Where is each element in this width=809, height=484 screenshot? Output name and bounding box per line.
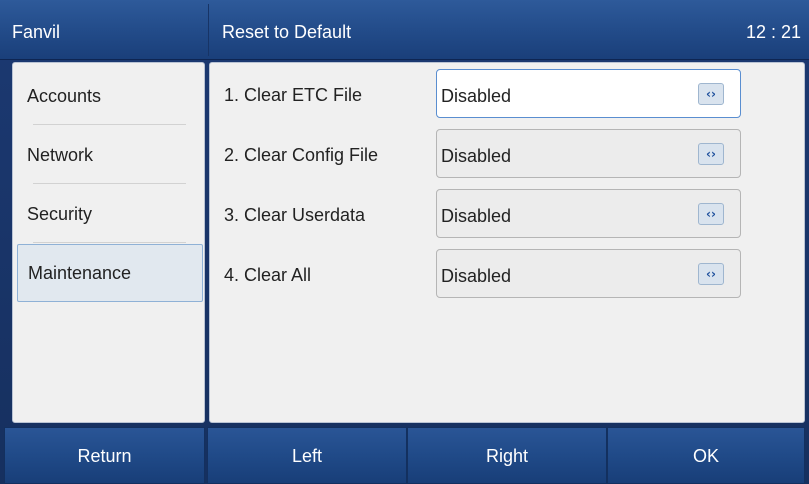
brand-logo-text: Fanvil [12,22,61,42]
sidebar-item-label: Network [27,145,94,165]
left-button[interactable]: Left [207,427,407,484]
clear-etc-file-select[interactable]: Disabled ‹› [436,69,741,118]
sidebar-item-network[interactable]: Network [13,126,204,184]
sidebar-item-label: Security [27,204,93,224]
select-value: Disabled [441,146,512,166]
sidebar-item-label: Accounts [27,86,102,106]
option-row-clear-etc-file: 1. Clear ETC File Disabled ‹› [210,65,806,125]
softkey-bar: Return Left Right OK [0,427,809,484]
menu-divider [33,183,186,184]
title-bar-divider [208,4,209,56]
settings-menu: Accounts Network Security Maintenance [12,62,205,423]
title-bar: Fanvil Reset to Default 12 : 21 [0,0,809,60]
sidebar-item-maintenance[interactable]: Maintenance [17,244,203,302]
phone-screen: Fanvil Reset to Default 12 : 21 Accounts… [0,0,809,484]
select-value: Disabled [441,206,512,226]
option-label: 1. Clear ETC File [224,85,363,105]
option-row-clear-config-file: 2. Clear Config File Disabled ‹› [210,125,806,185]
page-title: Reset to Default [222,22,352,42]
return-button[interactable]: Return [4,427,205,484]
option-row-clear-userdata: 3. Clear Userdata Disabled ‹› [210,185,806,245]
left-right-arrows-icon[interactable]: ‹› [698,263,724,285]
sidebar-item-security[interactable]: Security [13,185,204,243]
clock: 12 : 21 [745,22,801,42]
clear-config-file-select[interactable]: Disabled ‹› [436,129,741,178]
left-right-arrows-icon[interactable]: ‹› [698,203,724,225]
left-right-arrows-icon[interactable]: ‹› [698,83,724,105]
option-label: 3. Clear Userdata [224,205,366,225]
left-right-arrows-icon[interactable]: ‹› [698,143,724,165]
option-label: 4. Clear All [224,265,312,285]
ok-button[interactable]: OK [607,427,805,484]
clear-all-select[interactable]: Disabled ‹› [436,249,741,298]
right-button[interactable]: Right [407,427,607,484]
select-value: Disabled [441,86,512,106]
menu-divider [33,124,186,125]
option-label: 2. Clear Config File [224,145,379,165]
select-value: Disabled [441,266,512,286]
sidebar-item-accounts[interactable]: Accounts [13,67,204,125]
sidebar-item-label: Maintenance [28,263,132,283]
reset-options-panel: 1. Clear ETC File Disabled ‹› 2. Clear C… [209,62,805,423]
menu-divider [33,242,186,243]
option-row-clear-all: 4. Clear All Disabled ‹› [210,245,806,305]
clear-userdata-select[interactable]: Disabled ‹› [436,189,741,238]
